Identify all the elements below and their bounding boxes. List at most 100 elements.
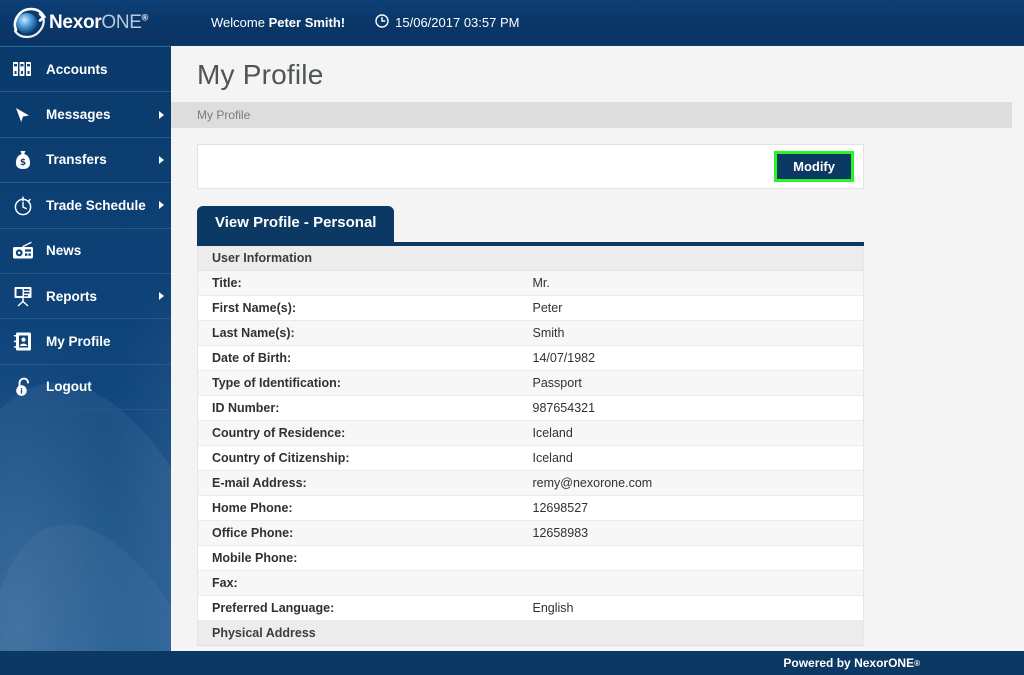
sidebar-item-label: Messages bbox=[46, 107, 111, 123]
row-value: Mr. bbox=[530, 270, 863, 297]
stopwatch-icon bbox=[0, 194, 46, 216]
sidebar-item-trade-schedule[interactable]: Trade Schedule bbox=[0, 183, 171, 229]
row-value: remy@nexorone.com bbox=[530, 470, 863, 497]
welcome-message: Welcome Peter Smith! bbox=[211, 15, 345, 30]
row-value bbox=[530, 545, 863, 572]
brand-wordmark: NexorONE® bbox=[49, 12, 148, 34]
footer-registered-mark: ® bbox=[914, 658, 920, 668]
logo-text-one: ONE bbox=[101, 11, 142, 33]
table-body: User Information Title: Mr. First Name(s)… bbox=[198, 245, 863, 647]
row-value: Iceland bbox=[530, 420, 863, 447]
address-book-icon bbox=[0, 331, 46, 352]
header-datetime: 15/06/2017 03:57 PM bbox=[375, 14, 519, 31]
app-root: NexorONE® Welcome Peter Smith! 15/06/201… bbox=[0, 0, 1024, 675]
sidebar-item-label: Transfers bbox=[46, 152, 107, 168]
sidebar-item-logout[interactable]: i Logout bbox=[0, 365, 171, 411]
welcome-prefix: Welcome bbox=[211, 15, 269, 30]
table-row: Title: Mr. bbox=[198, 270, 863, 297]
section-header-row: User Information bbox=[198, 245, 863, 272]
sidebar-item-label: Accounts bbox=[46, 61, 108, 77]
row-label: E-mail Address: bbox=[198, 470, 531, 497]
chevron-right-icon bbox=[151, 292, 171, 301]
row-label: Type of Identification: bbox=[198, 370, 531, 397]
datetime-text: 15/06/2017 03:57 PM bbox=[395, 15, 520, 30]
sidebar-item-label: Logout bbox=[46, 379, 92, 395]
table-row: Country of Citizenship: Iceland bbox=[198, 445, 863, 472]
projector-icon bbox=[0, 285, 46, 307]
sidebar: Accounts Messages $ Transfers Trade Sche… bbox=[0, 46, 171, 651]
chevron-right-icon bbox=[151, 110, 171, 119]
binders-icon bbox=[0, 60, 46, 78]
nexorone-sphere-icon bbox=[10, 4, 48, 42]
row-value: 12658983 bbox=[530, 520, 863, 547]
table-row: Mobile Phone: bbox=[198, 545, 863, 572]
table-row: Type of Identification: Passport bbox=[198, 370, 863, 397]
modify-button[interactable]: Modify bbox=[774, 151, 854, 182]
table-row: First Name(s): Peter bbox=[198, 295, 863, 322]
main-content: My Profile My Profile Modify View Profil… bbox=[171, 46, 1024, 651]
table-row: Fax: bbox=[198, 570, 863, 597]
top-header-bar: NexorONE® Welcome Peter Smith! 15/06/201… bbox=[0, 0, 1024, 46]
row-value: Peter bbox=[530, 295, 863, 322]
logo-text-nexor: Nexor bbox=[49, 11, 102, 33]
row-label: First Name(s): bbox=[198, 295, 531, 322]
padlock-icon: i bbox=[0, 376, 46, 398]
section-title: Physical Address bbox=[198, 620, 863, 647]
page-title: My Profile bbox=[197, 59, 324, 90]
sidebar-item-label: News bbox=[46, 243, 82, 259]
table-row: Last Name(s): Smith bbox=[198, 320, 863, 347]
chevron-right-icon bbox=[151, 155, 171, 164]
table-row: Date of Birth: 14/07/1982 bbox=[198, 345, 863, 372]
row-label: Fax: bbox=[198, 570, 531, 597]
welcome-username: Peter Smith! bbox=[268, 15, 346, 30]
row-value: English bbox=[530, 595, 863, 622]
action-toolbar: Modify bbox=[197, 144, 864, 189]
sidebar-item-my-profile[interactable]: My Profile bbox=[0, 319, 171, 365]
row-value: Smith bbox=[530, 320, 863, 347]
row-label: Office Phone: bbox=[198, 520, 531, 547]
row-label: Country of Citizenship: bbox=[198, 445, 531, 472]
sidebar-item-label: My Profile bbox=[46, 334, 111, 350]
row-label: ID Number: bbox=[198, 395, 531, 422]
footer-bar: Powered by NexorONE ® bbox=[0, 651, 1024, 675]
radio-icon bbox=[0, 241, 46, 261]
section-title: User Information bbox=[198, 245, 863, 272]
sidebar-item-news[interactable]: News bbox=[0, 229, 171, 274]
sidebar-item-label: Reports bbox=[46, 288, 98, 304]
svg-text:$: $ bbox=[20, 158, 26, 168]
brand-logo[interactable]: NexorONE® bbox=[0, 0, 175, 46]
sidebar-item-accounts[interactable]: Accounts bbox=[0, 47, 171, 93]
clock-icon bbox=[375, 14, 389, 31]
row-label: Last Name(s): bbox=[198, 320, 531, 347]
svg-text:i: i bbox=[20, 387, 23, 396]
row-label: Mobile Phone: bbox=[198, 545, 531, 572]
user-information-table: User Information Title: Mr. First Name(s)… bbox=[198, 245, 863, 647]
tab-view-profile-personal[interactable]: View Profile - Personal bbox=[197, 206, 395, 242]
sidebar-item-transfers[interactable]: $ Transfers bbox=[0, 138, 171, 184]
sidebar-item-messages[interactable]: Messages bbox=[0, 92, 171, 138]
chevron-right-icon bbox=[151, 201, 171, 210]
table-row: ID Number: 987654321 bbox=[198, 395, 863, 422]
table-row: Country of Residence: Iceland bbox=[198, 420, 863, 447]
row-value: 987654321 bbox=[530, 395, 863, 422]
section-header-row: Physical Address bbox=[198, 620, 863, 647]
footer-text: Powered by NexorONE bbox=[783, 656, 915, 670]
sidebar-item-reports[interactable]: Reports bbox=[0, 274, 171, 320]
profile-panel: User Information Title: Mr. First Name(s)… bbox=[197, 245, 864, 647]
row-value bbox=[530, 570, 863, 597]
tab-bar: View Profile - Personal bbox=[197, 206, 1024, 242]
table-row: Office Phone: 12658983 bbox=[198, 520, 863, 547]
sidebar-nav: Accounts Messages $ Transfers Trade Sche… bbox=[0, 46, 171, 411]
row-label: Country of Residence: bbox=[198, 420, 531, 447]
breadcrumb-item[interactable]: My Profile bbox=[197, 108, 250, 122]
cursor-icon bbox=[0, 105, 46, 125]
breadcrumb: My Profile bbox=[171, 102, 1012, 128]
row-label: Home Phone: bbox=[198, 495, 531, 522]
row-value: Iceland bbox=[530, 445, 863, 472]
row-label: Title: bbox=[198, 270, 531, 297]
table-row: Home Phone: 12698527 bbox=[198, 495, 863, 522]
row-value: 12698527 bbox=[530, 495, 863, 522]
table-row: E-mail Address: remy@nexorone.com bbox=[198, 470, 863, 497]
row-label: Date of Birth: bbox=[198, 345, 531, 372]
row-value: 14/07/1982 bbox=[530, 345, 863, 372]
